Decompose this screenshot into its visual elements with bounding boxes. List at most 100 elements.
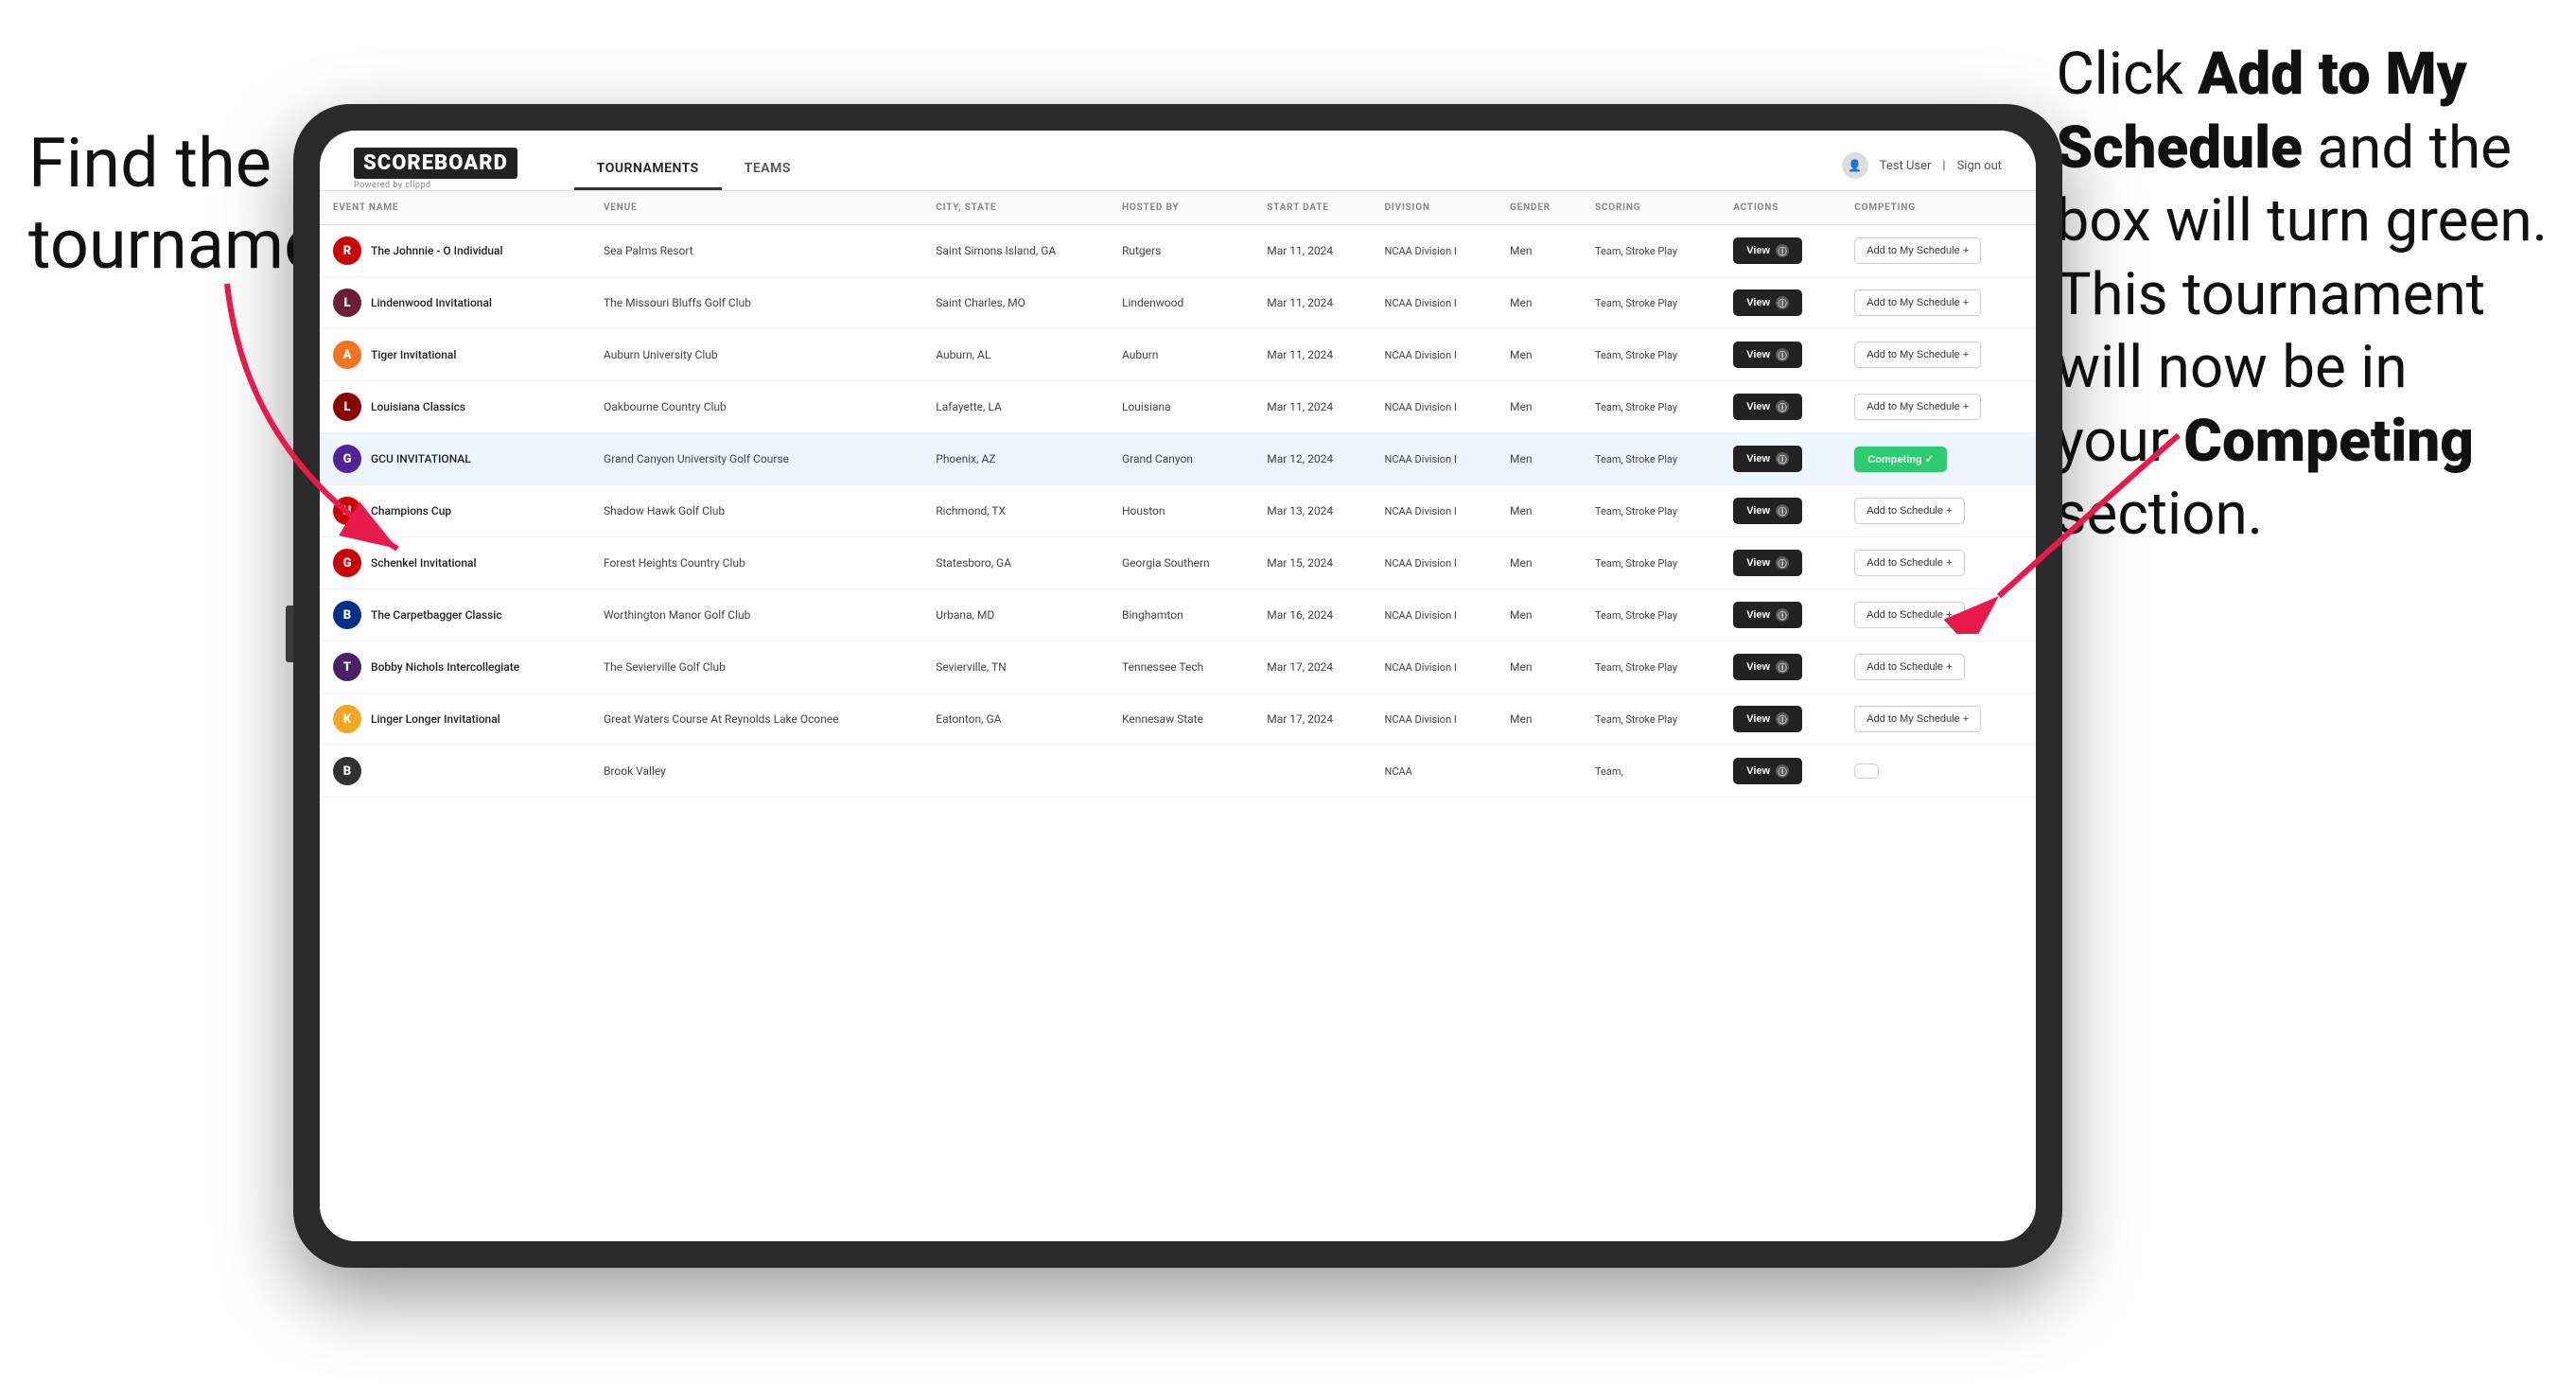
sign-out-link[interactable]: Sign out — [1957, 159, 2002, 173]
hosted-by-cell: Lindenwood — [1109, 277, 1253, 329]
gender-cell: Men — [1497, 641, 1582, 693]
event-name-cell: B The Carpetbagger Classic — [320, 589, 590, 641]
add-to-schedule-button[interactable]: Add to My Schedule + — [1854, 289, 1981, 316]
scoring-cell: Team, Stroke Play — [1582, 537, 1720, 589]
city-cell: Auburn, AL — [922, 329, 1109, 381]
actions-cell: View ⓘ — [1720, 225, 1841, 277]
add-to-schedule-button[interactable]: Add to My Schedule + — [1854, 706, 1981, 732]
date-cell: Mar 16, 2024 — [1253, 589, 1371, 641]
date-cell: Mar 11, 2024 — [1253, 277, 1371, 329]
view-icon: ⓘ — [1776, 348, 1789, 361]
venue-cell: The Missouri Bluffs Golf Club — [590, 277, 922, 329]
hosted-by-cell: Auburn — [1109, 329, 1253, 381]
date-cell: Mar 13, 2024 — [1253, 485, 1371, 537]
add-to-schedule-button[interactable]: Add to My Schedule + — [1854, 237, 1981, 264]
scoring-cell: Team, Stroke Play — [1582, 277, 1720, 329]
city-cell — [922, 746, 1109, 798]
date-cell: Mar 15, 2024 — [1253, 537, 1371, 589]
view-icon: ⓘ — [1776, 556, 1789, 570]
view-button[interactable]: View ⓘ — [1733, 342, 1802, 368]
division-cell: NCAA Division I — [1371, 433, 1497, 485]
gender-cell: Men — [1497, 433, 1582, 485]
view-button[interactable]: View ⓘ — [1733, 758, 1802, 784]
competing-cell: Add to My Schedule + — [1841, 225, 2036, 277]
venue-cell: Brook Valley — [590, 746, 922, 798]
view-icon: ⓘ — [1776, 712, 1789, 726]
table-container: EVENT NAME VENUE CITY, STATE HOSTED BY S… — [320, 191, 2036, 1241]
user-icon: 👤 — [1842, 152, 1868, 179]
view-icon: ⓘ — [1776, 400, 1789, 413]
division-cell: NCAA Division I — [1371, 537, 1497, 589]
hosted-by-cell: Tennessee Tech — [1109, 641, 1253, 693]
col-hosted-by: HOSTED BY — [1109, 191, 1253, 225]
col-start-date: START DATE — [1253, 191, 1371, 225]
view-button[interactable]: View ⓘ — [1733, 237, 1802, 264]
add-to-schedule-button[interactable] — [1854, 763, 1879, 779]
add-to-schedule-button[interactable]: Add to My Schedule + — [1854, 342, 1981, 368]
tablet-screen: SCOREBOARD Powered by clippd TOURNAMENTS… — [320, 131, 2036, 1241]
actions-cell: View ⓘ — [1720, 746, 1841, 798]
competing-cell — [1841, 746, 2036, 798]
table-row: L Louisiana Classics Oakbourne Country C… — [320, 381, 2036, 433]
app-header: SCOREBOARD Powered by clippd TOURNAMENTS… — [320, 131, 2036, 191]
actions-cell: View ⓘ — [1720, 433, 1841, 485]
view-button[interactable]: View ⓘ — [1733, 550, 1802, 576]
view-button[interactable]: View ⓘ — [1733, 394, 1802, 420]
actions-cell: View ⓘ — [1720, 641, 1841, 693]
gender-cell: Men — [1497, 693, 1582, 746]
view-button[interactable]: View ⓘ — [1733, 706, 1802, 732]
col-division: DIVISION — [1371, 191, 1497, 225]
event-name-cell: B — [320, 746, 590, 798]
venue-cell: Grand Canyon University Golf Course — [590, 433, 922, 485]
division-cell: NCAA Division I — [1371, 693, 1497, 746]
venue-cell: Auburn University Club — [590, 329, 922, 381]
gender-cell: Men — [1497, 589, 1582, 641]
actions-cell: View ⓘ — [1720, 537, 1841, 589]
competing-cell: Add to My Schedule + — [1841, 277, 2036, 329]
view-button[interactable]: View ⓘ — [1733, 498, 1802, 524]
view-icon: ⓘ — [1776, 244, 1789, 257]
scoring-cell: Team, Stroke Play — [1582, 381, 1720, 433]
division-cell: NCAA Division I — [1371, 589, 1497, 641]
table-row: A Tiger Invitational Auburn University C… — [320, 329, 2036, 381]
event-name-text: The Johnnie - O Individual — [371, 244, 503, 257]
add-to-schedule-button[interactable]: Add to Schedule + — [1854, 654, 1964, 680]
scoring-cell: Team, — [1582, 746, 1720, 798]
view-button[interactable]: View ⓘ — [1733, 289, 1802, 316]
view-button[interactable]: View ⓘ — [1733, 602, 1802, 628]
hosted-by-cell — [1109, 746, 1253, 798]
view-button[interactable]: View ⓘ — [1733, 654, 1802, 680]
gender-cell — [1497, 746, 1582, 798]
col-competing: COMPETING — [1841, 191, 2036, 225]
division-cell: NCAA — [1371, 746, 1497, 798]
hosted-by-cell: Binghamton — [1109, 589, 1253, 641]
city-cell: Saint Simons Island, GA — [922, 225, 1109, 277]
view-icon: ⓘ — [1776, 452, 1789, 465]
competing-cell: Add to Schedule + — [1841, 641, 2036, 693]
actions-cell: View ⓘ — [1720, 277, 1841, 329]
event-name-cell: T Bobby Nichols Intercollegiate — [320, 641, 590, 693]
actions-cell: View ⓘ — [1720, 589, 1841, 641]
col-event-name: EVENT NAME — [320, 191, 590, 225]
scoring-cell: Team, Stroke Play — [1582, 589, 1720, 641]
team-logo: T — [333, 653, 361, 681]
scoring-cell: Team, Stroke Play — [1582, 225, 1720, 277]
table-row: R The Johnnie - O Individual Sea Palms R… — [320, 225, 2036, 277]
scoring-cell: Team, Stroke Play — [1582, 641, 1720, 693]
date-cell: Mar 12, 2024 — [1253, 433, 1371, 485]
city-cell: Lafayette, LA — [922, 381, 1109, 433]
division-cell: NCAA Division I — [1371, 381, 1497, 433]
table-row: K Linger Longer Invitational Great Water… — [320, 693, 2036, 746]
date-cell: Mar 11, 2024 — [1253, 329, 1371, 381]
col-actions: ACTIONS — [1720, 191, 1841, 225]
scoring-cell: Team, Stroke Play — [1582, 485, 1720, 537]
hosted-by-cell: Georgia Southern — [1109, 537, 1253, 589]
competing-cell: Add to My Schedule + — [1841, 329, 2036, 381]
view-button[interactable]: View ⓘ — [1733, 446, 1802, 472]
table-row: L Lindenwood Invitational The Missouri B… — [320, 277, 2036, 329]
date-cell: Mar 11, 2024 — [1253, 381, 1371, 433]
tab-teams[interactable]: TEAMS — [722, 149, 814, 190]
table-row: G GCU INVITATIONAL Grand Canyon Universi… — [320, 433, 2036, 485]
tab-tournaments[interactable]: TOURNAMENTS — [574, 149, 722, 190]
team-logo: K — [333, 705, 361, 733]
